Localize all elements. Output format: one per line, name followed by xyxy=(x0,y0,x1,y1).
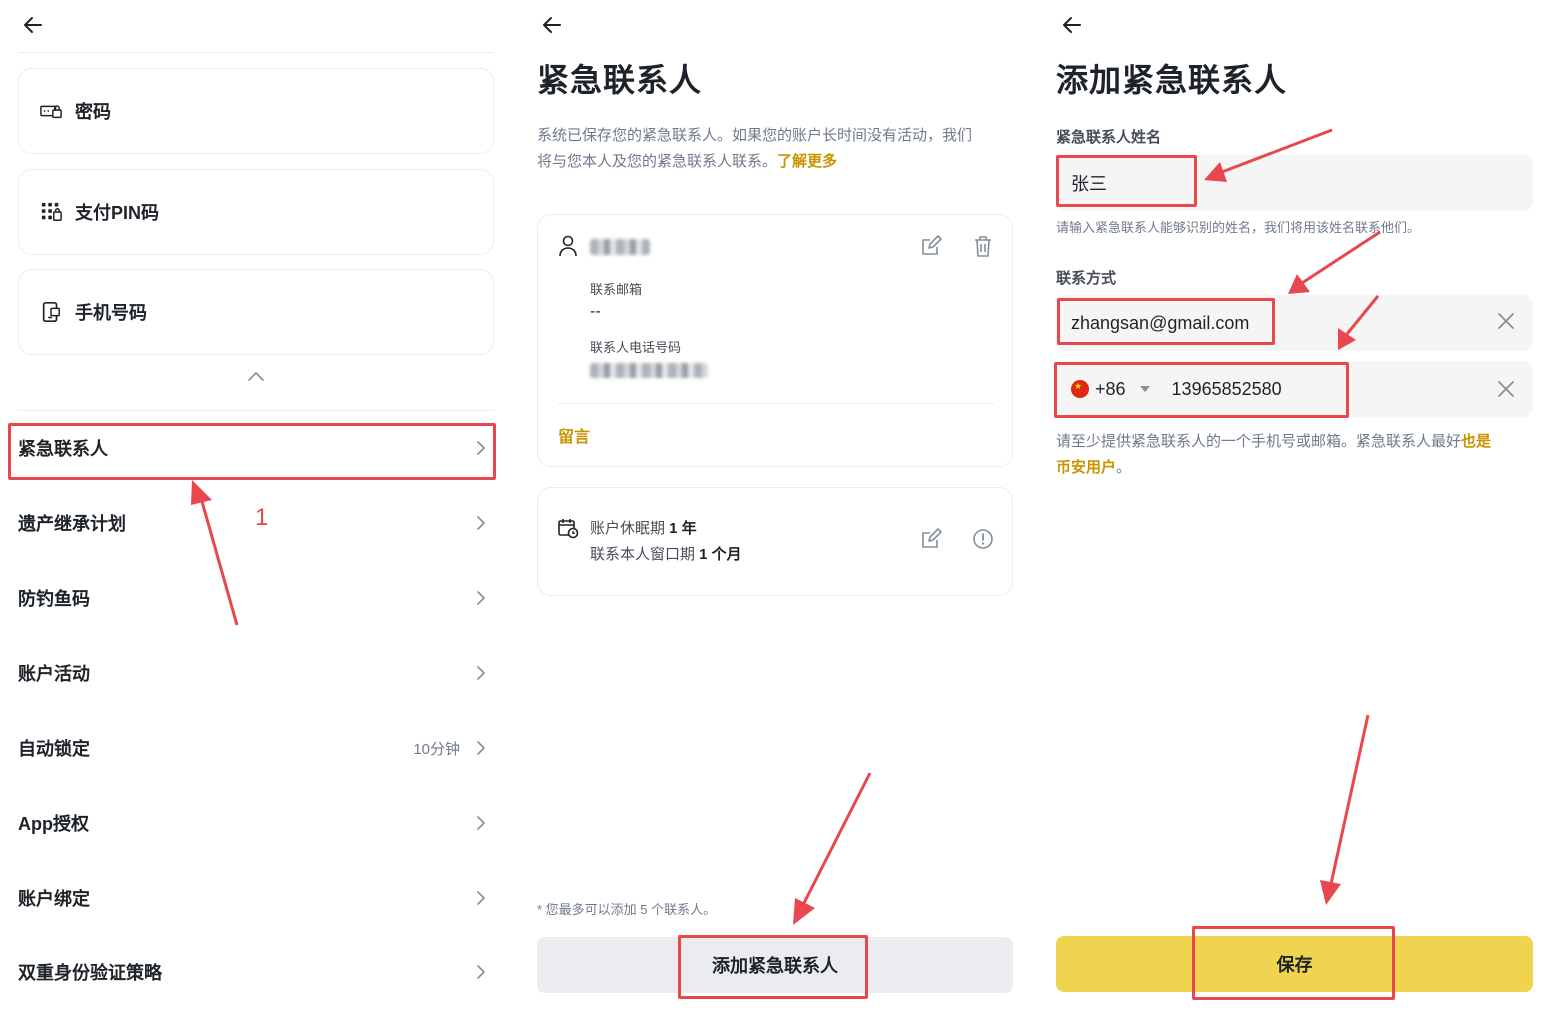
phone-input-value: 13965852580 xyxy=(1171,378,1282,399)
phone-input[interactable]: ★ +86 13965852580 xyxy=(1056,361,1533,417)
email-input[interactable]: zhangsan@gmail.com xyxy=(1056,295,1533,351)
contact-window-period: 联系本人窗口期 1 个月 xyxy=(590,543,742,564)
row-label: 双重身份验证策略 xyxy=(18,963,162,983)
hint-line: 请至少提供紧急联系人的一个手机号或邮箱。紧急联系人最好也是 xyxy=(1056,429,1541,455)
name-input-value: 张三 xyxy=(1071,174,1107,194)
hint-line-2: 币安用户。 xyxy=(1056,455,1541,481)
phone-value-redacted xyxy=(590,363,708,378)
person-icon xyxy=(559,235,577,257)
settings-row-2fa-policy[interactable]: 双重身份验证策略 xyxy=(18,948,494,996)
dormancy-card: 账户休眠期 1 年 联系本人窗口期 1 个月 xyxy=(537,487,1013,596)
settings-row-emergency-contact[interactable]: 紧急联系人 xyxy=(18,424,494,472)
save-button[interactable]: 保存 xyxy=(1056,936,1533,992)
phone-label: 联系人电话号码 xyxy=(590,340,682,355)
dormancy-label: 账户休眠期 xyxy=(590,520,670,537)
window-value: 1 个月 xyxy=(699,546,742,563)
chevron-right-icon xyxy=(477,741,485,755)
card-payment-pin[interactable]: 支付PIN码 xyxy=(18,169,494,255)
binance-user-link[interactable]: 币安用户 xyxy=(1056,459,1116,476)
row-label: App授权 xyxy=(18,814,89,834)
chevron-right-icon xyxy=(477,591,485,605)
edit-icon[interactable] xyxy=(920,235,942,257)
settings-row-account-activity[interactable]: 账户活动 xyxy=(18,649,494,697)
phone-icon xyxy=(39,300,63,324)
pin-keypad-icon xyxy=(39,200,63,224)
description-text: 将与您本人及您的紧急联系人联系。 xyxy=(537,153,778,170)
settings-row-account-binding[interactable]: 账户绑定 xyxy=(18,874,494,922)
description-line-2: 将与您本人及您的紧急联系人联系。了解更多 xyxy=(537,149,1027,175)
chevron-right-icon xyxy=(477,965,485,979)
message-link[interactable]: 留言 xyxy=(558,423,590,447)
divider xyxy=(18,410,494,411)
calendar-clock-icon xyxy=(558,519,579,539)
settings-row-anti-phishing-code[interactable]: 防钓鱼码 xyxy=(18,574,494,622)
row-value: 10分钟 xyxy=(413,740,460,758)
password-icon xyxy=(39,99,63,123)
delete-trash-icon[interactable] xyxy=(972,235,994,257)
dormancy-value: 1 年 xyxy=(669,520,697,537)
security-settings-panel: 密码 支付PIN码 手机号码 紧急联系人 遗产继承计划 防钓鱼码 账户活动 自动… xyxy=(0,0,515,1020)
hint-suffix: 。 xyxy=(1116,459,1132,476)
add-emergency-contact-button[interactable]: 添加紧急联系人 xyxy=(537,937,1013,993)
hint-text: 请至少提供紧急联系人的一个手机号或邮箱。紧急联系人最好 xyxy=(1056,433,1462,450)
contact-name-redacted xyxy=(590,239,650,255)
collapse-chevron-up-icon[interactable] xyxy=(246,368,266,384)
add-emergency-contact-panel: 添加紧急联系人 紧急联系人姓名 张三 请输入紧急联系人能够识别的姓名，我们将用该… xyxy=(1037,0,1549,1020)
email-input-value: zhangsan@gmail.com xyxy=(1071,312,1250,333)
window-label: 联系本人窗口期 xyxy=(590,546,700,563)
card-label: 支付PIN码 xyxy=(75,203,160,223)
caret-down-icon[interactable] xyxy=(1139,386,1150,392)
chevron-right-icon xyxy=(477,516,485,530)
divider xyxy=(558,403,994,404)
chevron-right-icon xyxy=(477,891,485,905)
back-arrow-icon[interactable] xyxy=(541,14,567,36)
page-description: 系统已保存您的紧急联系人。如果您的账户长时间没有活动，我们 将与您本人及您的紧急… xyxy=(537,123,1027,175)
edit-icon[interactable] xyxy=(920,528,942,550)
card-phone-number[interactable]: 手机号码 xyxy=(18,269,494,355)
annotation-step-number: 1 xyxy=(255,504,269,531)
back-arrow-icon[interactable] xyxy=(22,14,48,36)
name-input[interactable]: 张三 xyxy=(1056,155,1533,211)
clear-email-icon[interactable] xyxy=(1496,311,1516,331)
dormancy-period: 账户休眠期 1 年 xyxy=(590,517,697,538)
name-field-label: 紧急联系人姓名 xyxy=(1056,129,1162,146)
learn-more-link[interactable]: 了解更多 xyxy=(777,153,837,170)
card-label: 密码 xyxy=(75,102,111,122)
page-title: 添加紧急联系人 xyxy=(1056,62,1288,98)
description-line: 系统已保存您的紧急联系人。如果您的账户长时间没有活动，我们 xyxy=(537,127,973,144)
back-arrow-icon[interactable] xyxy=(1061,14,1087,36)
chevron-right-icon xyxy=(477,441,485,455)
row-label: 遗产继承计划 xyxy=(18,514,126,534)
email-value: -- xyxy=(590,303,601,320)
contact-card: 联系邮箱 -- 联系人电话号码 留言 xyxy=(537,214,1013,467)
settings-row-app-authorization[interactable]: App授权 xyxy=(18,799,494,847)
contact-method-hint: 请至少提供紧急联系人的一个手机号或邮箱。紧急联系人最好也是 币安用户。 xyxy=(1056,429,1541,481)
binance-user-link[interactable]: 也是 xyxy=(1461,433,1491,450)
name-hint: 请输入紧急联系人能够识别的姓名，我们将用该姓名联系他们。 xyxy=(1056,220,1421,235)
country-code[interactable]: +86 xyxy=(1095,379,1126,400)
contact-method-label: 联系方式 xyxy=(1056,270,1117,287)
card-label: 手机号码 xyxy=(75,303,147,323)
row-label: 自动锁定 xyxy=(18,739,90,759)
china-flag-icon: ★ xyxy=(1071,380,1089,398)
settings-row-auto-lock[interactable]: 自动锁定 10分钟 xyxy=(18,724,494,772)
row-label: 紧急联系人 xyxy=(18,439,108,459)
row-label: 防钓鱼码 xyxy=(18,589,90,609)
chevron-right-icon xyxy=(477,666,485,680)
max-contacts-footnote: * 您最多可以添加 5 个联系人。 xyxy=(537,902,717,917)
chevron-right-icon xyxy=(477,816,485,830)
info-icon[interactable] xyxy=(972,528,994,550)
row-label: 账户活动 xyxy=(18,664,90,684)
divider xyxy=(18,52,494,53)
email-label: 联系邮箱 xyxy=(590,282,643,297)
clear-phone-icon[interactable] xyxy=(1496,379,1516,399)
page-title: 紧急联系人 xyxy=(537,62,703,98)
row-label: 账户绑定 xyxy=(18,889,90,909)
card-password[interactable]: 密码 xyxy=(18,68,494,154)
emergency-contacts-panel: 紧急联系人 系统已保存您的紧急联系人。如果您的账户长时间没有活动，我们 将与您本… xyxy=(517,0,1035,1020)
